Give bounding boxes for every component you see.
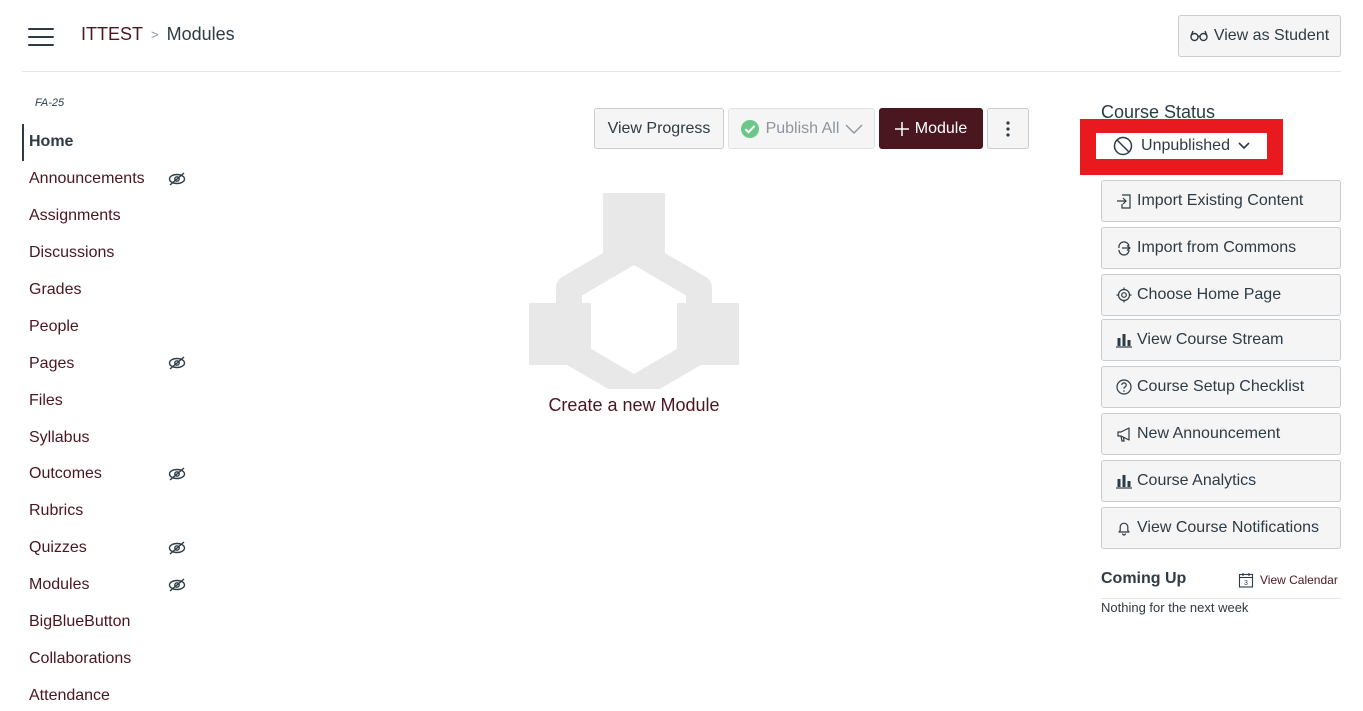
view-course-stream-button[interactable]: View Course Stream xyxy=(1101,319,1341,361)
nav-item-label: Syllabus xyxy=(29,428,90,446)
side-button-label: Choose Home Page xyxy=(1137,286,1282,303)
eye-slash-icon xyxy=(168,467,186,481)
side-button-label: View Course Notifications xyxy=(1137,519,1320,536)
nav-item-label: Outcomes xyxy=(29,465,102,483)
nav-item-label: Announcements xyxy=(29,170,145,188)
nav-item-pages[interactable]: Pages xyxy=(22,345,202,382)
nav-item-syllabus[interactable]: Syllabus xyxy=(22,419,202,456)
coming-up-empty-text: Nothing for the next week xyxy=(1101,600,1249,615)
create-module-link[interactable]: Create a new Module xyxy=(529,395,739,416)
chevron-down-icon xyxy=(845,124,863,134)
nav-item-label: Modules xyxy=(29,576,90,594)
course-setup-checklist-button[interactable]: Course Setup Checklist xyxy=(1101,366,1341,408)
nav-item-label: Attendance xyxy=(29,686,110,704)
nav-item-modules[interactable]: Modules xyxy=(22,567,202,604)
calendar-icon: 3 xyxy=(1238,573,1254,588)
hamburger-line xyxy=(28,28,54,30)
hamburger-line xyxy=(28,44,54,46)
side-button-label: New Announcement xyxy=(1137,425,1281,442)
view-as-student-button[interactable]: View as Student xyxy=(1178,15,1341,57)
side-button-label: Import from Commons xyxy=(1137,239,1297,256)
view-calendar-link[interactable]: 3 View Calendar xyxy=(1238,572,1338,588)
nav-item-label: BigBlueButton xyxy=(29,613,131,631)
modules-empty-illustration xyxy=(529,193,739,389)
chevron-down-icon xyxy=(1238,142,1250,150)
import-existing-content-button[interactable]: Import Existing Content xyxy=(1101,180,1341,222)
add-module-label: Module xyxy=(914,119,968,137)
bell-icon xyxy=(1118,522,1130,536)
import-from-commons-button[interactable]: Import from Commons xyxy=(1101,227,1341,269)
nav-item-announcements[interactable]: Announcements xyxy=(22,161,202,198)
commons-icon xyxy=(1118,241,1131,256)
nav-item-label: Pages xyxy=(29,354,75,372)
nav-item-people[interactable]: People xyxy=(22,308,202,345)
unpublished-icon xyxy=(1113,136,1133,156)
nav-item-assignments[interactable]: Assignments xyxy=(22,198,202,235)
more-options-button[interactable] xyxy=(987,108,1029,149)
nav-item-quizzes[interactable]: Quizzes xyxy=(22,530,202,567)
megaphone-icon xyxy=(1117,427,1130,442)
hamburger-menu-button[interactable] xyxy=(28,28,54,46)
nav-item-rubrics[interactable]: Rubrics xyxy=(22,493,202,530)
nav-item-label: Files xyxy=(29,391,63,409)
nav-item-label: Home xyxy=(29,133,74,151)
course-status-value: Unpublished xyxy=(1141,137,1230,154)
header-divider xyxy=(22,71,1341,72)
term-label: FA-25 xyxy=(35,97,65,109)
course-navigation: Home Announcements Assignments Discussio… xyxy=(22,124,202,711)
nav-item-bigbluebutton[interactable]: BigBlueButton xyxy=(22,604,202,641)
nav-item-discussions[interactable]: Discussions xyxy=(22,235,202,272)
view-course-notifications-button[interactable]: View Course Notifications xyxy=(1101,507,1341,549)
side-button-label: View Course Stream xyxy=(1137,331,1284,348)
add-module-button[interactable]: Module xyxy=(879,108,983,149)
eye-slash-icon xyxy=(168,172,186,186)
hamburger-line xyxy=(28,36,54,38)
coming-up-heading: Coming Up xyxy=(1101,570,1187,587)
publish-all-label: Publish All xyxy=(765,119,840,137)
course-status-dropdown[interactable]: Unpublished xyxy=(1096,133,1267,159)
bar-chart-icon xyxy=(1116,334,1132,348)
eye-slash-icon xyxy=(168,578,186,592)
bar-chart-icon xyxy=(1116,475,1132,489)
kebab-menu-icon xyxy=(1006,120,1010,137)
view-as-student-label: View as Student xyxy=(1213,27,1330,44)
target-icon xyxy=(1116,287,1132,303)
publish-all-button[interactable]: Publish All xyxy=(728,108,875,149)
calendar-day: 3 xyxy=(1244,580,1248,587)
import-icon xyxy=(1117,194,1131,209)
side-button-label: Course Setup Checklist xyxy=(1137,378,1305,395)
eye-slash-icon xyxy=(168,356,186,370)
view-progress-label: View Progress xyxy=(607,119,711,137)
nav-item-label: Assignments xyxy=(29,207,121,225)
nav-item-label: Discussions xyxy=(29,244,115,262)
coming-up-divider xyxy=(1101,598,1341,599)
new-announcement-button[interactable]: New Announcement xyxy=(1101,413,1341,455)
choose-home-page-button[interactable]: Choose Home Page xyxy=(1101,274,1341,316)
view-calendar-label: View Calendar xyxy=(1260,573,1338,587)
nav-item-grades[interactable]: Grades xyxy=(22,272,202,309)
nav-item-label: Quizzes xyxy=(29,539,87,557)
eye-slash-icon xyxy=(168,541,186,555)
check-circle-icon xyxy=(740,119,759,138)
nav-item-attendance[interactable]: Attendance xyxy=(22,677,202,711)
side-button-label: Import Existing Content xyxy=(1137,192,1304,209)
question-icon xyxy=(1116,379,1132,395)
course-analytics-button[interactable]: Course Analytics xyxy=(1101,460,1341,502)
breadcrumb-separator: > xyxy=(151,27,159,42)
nav-item-files[interactable]: Files xyxy=(22,382,202,419)
plus-icon xyxy=(894,121,909,136)
breadcrumb-current: Modules xyxy=(166,24,235,44)
view-progress-button[interactable]: View Progress xyxy=(594,108,724,149)
nav-item-label: Collaborations xyxy=(29,649,132,667)
nav-item-outcomes[interactable]: Outcomes xyxy=(22,456,202,493)
nav-item-label: Grades xyxy=(29,281,82,298)
breadcrumb: ITTEST > Modules xyxy=(81,24,235,45)
nav-item-label: People xyxy=(29,317,79,335)
side-button-label: Course Analytics xyxy=(1137,472,1257,489)
nav-item-label: Rubrics xyxy=(29,502,84,520)
nav-item-collaborations[interactable]: Collaborations xyxy=(22,640,202,677)
glasses-icon xyxy=(1190,30,1208,42)
breadcrumb-course-link[interactable]: ITTEST xyxy=(81,24,143,45)
nav-item-home[interactable]: Home xyxy=(22,124,202,161)
